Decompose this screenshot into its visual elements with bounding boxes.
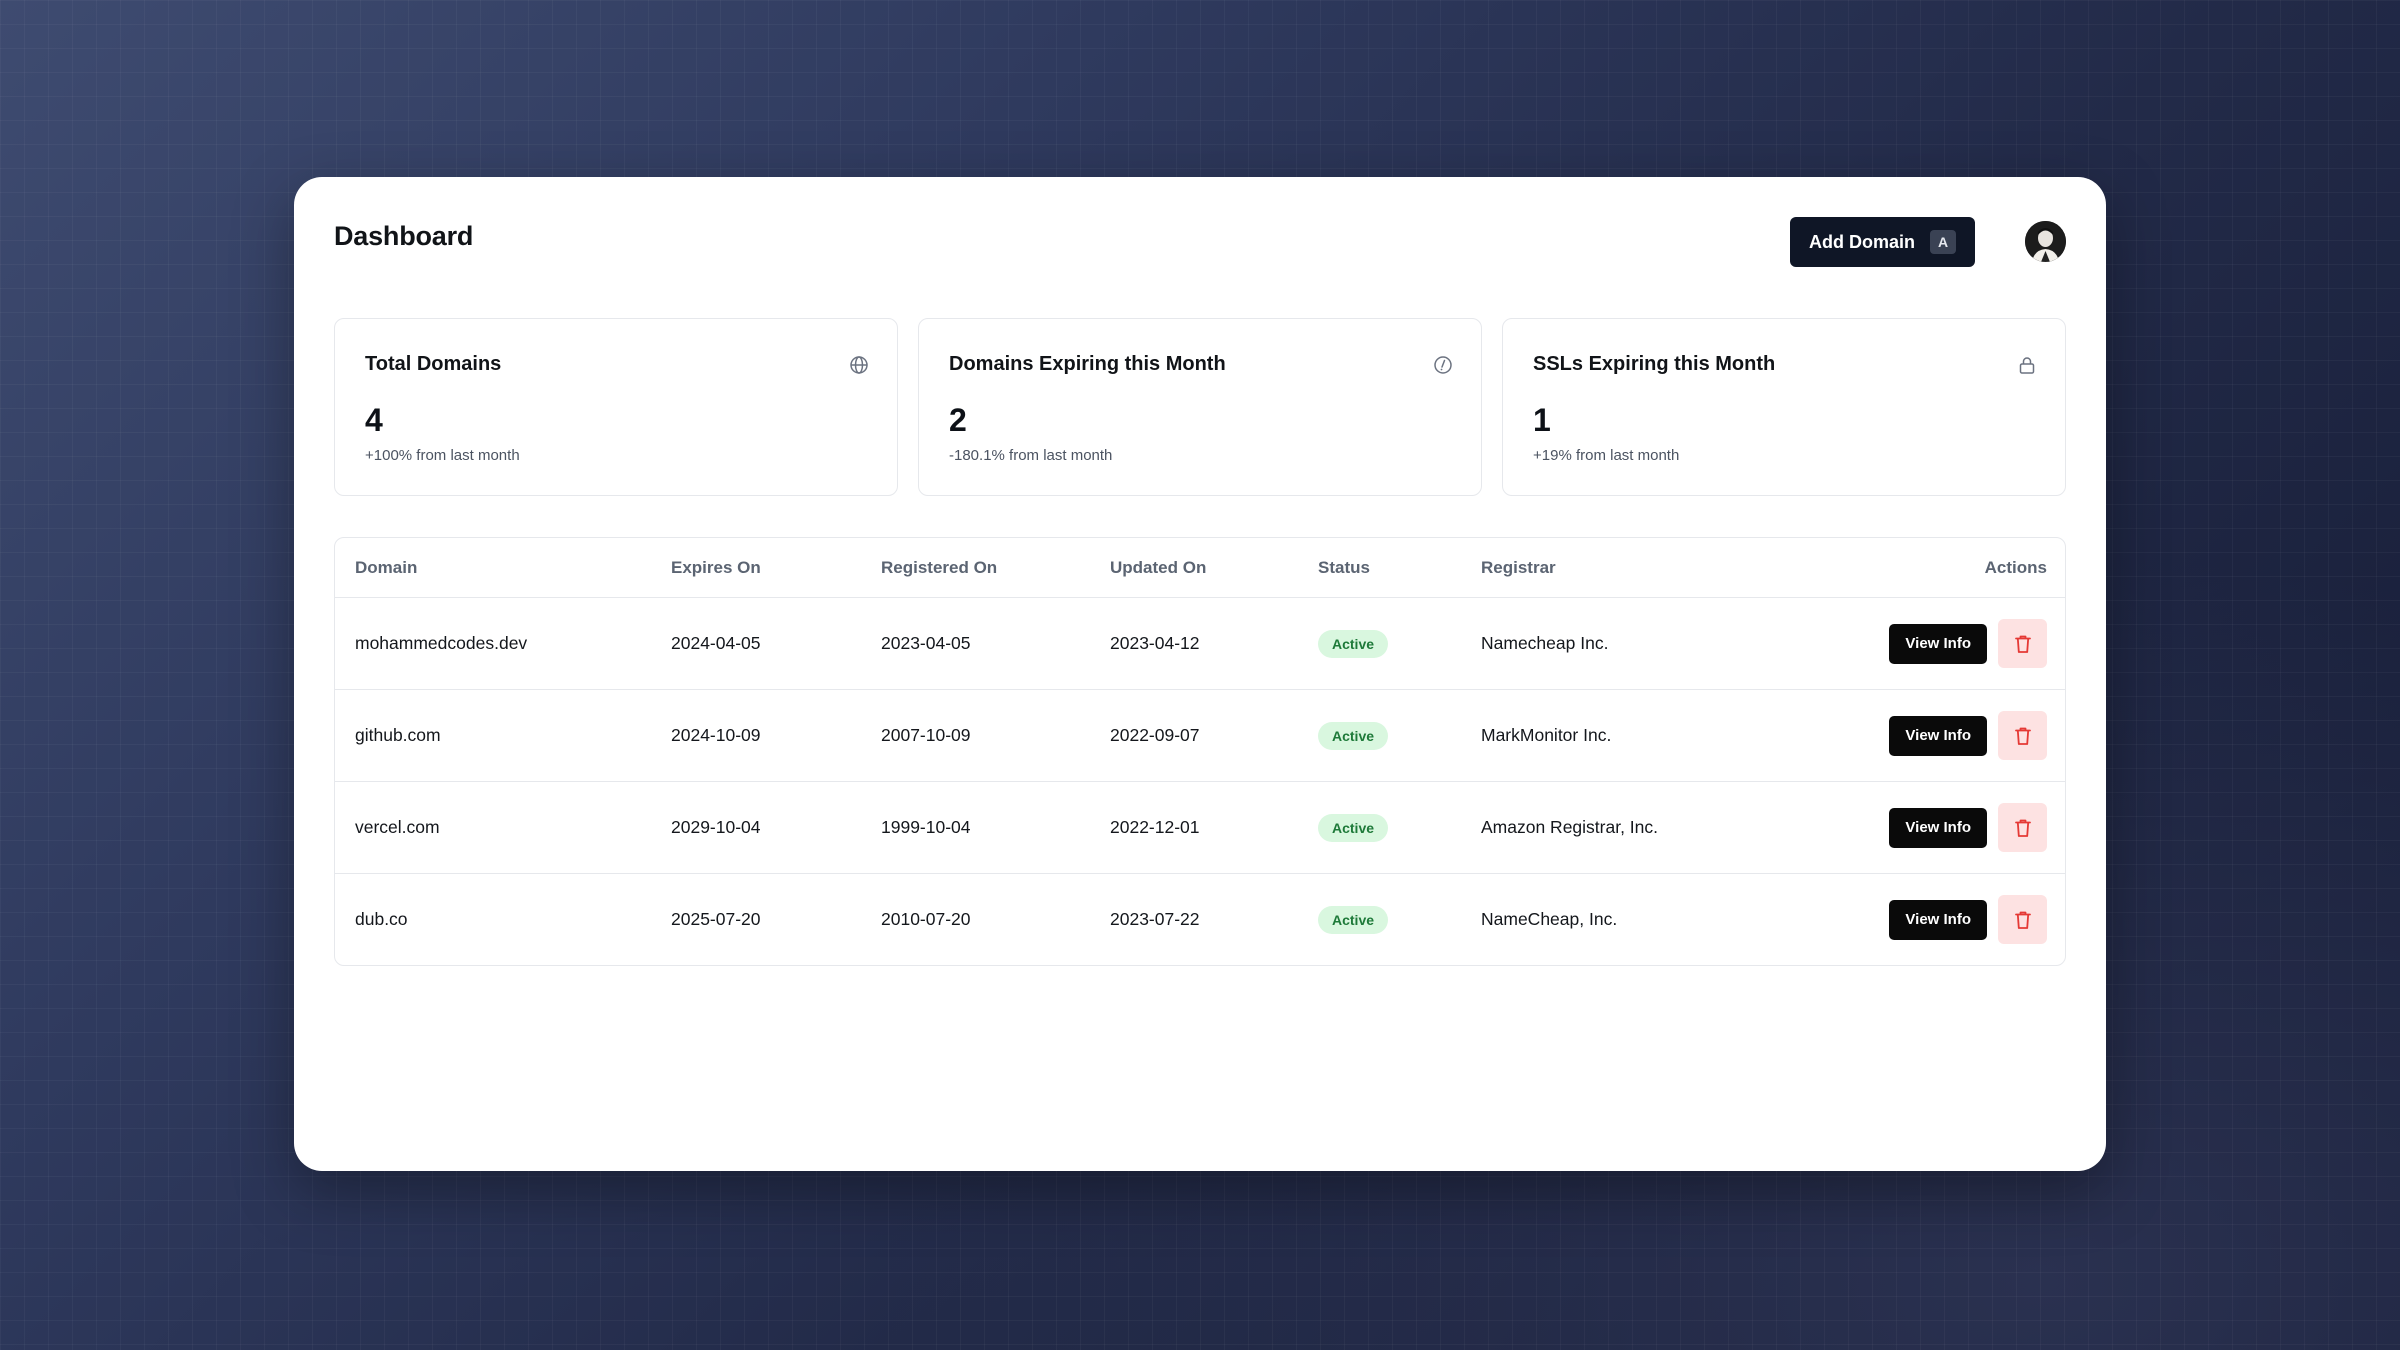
stat-title: SSLs Expiring this Month bbox=[1533, 353, 1776, 375]
view-info-button[interactable]: View Info bbox=[1889, 899, 1987, 940]
status-cell: Active bbox=[1318, 689, 1481, 782]
view-info-button[interactable]: View Info bbox=[1889, 715, 1987, 756]
dashboard-card: Dashboard Add Domain A Total Domains 4 +… bbox=[294, 177, 2106, 1171]
actions-cell: View Info bbox=[1811, 689, 2065, 782]
actions-cell: View Info bbox=[1811, 874, 2065, 966]
trash-icon bbox=[2014, 911, 2031, 929]
globe-icon bbox=[850, 356, 868, 374]
status-badge: Active bbox=[1318, 905, 1389, 934]
column-header-actions: Actions bbox=[1811, 538, 2065, 598]
trash-icon bbox=[2014, 727, 2031, 745]
registered-cell: 2010-07-20 bbox=[881, 909, 971, 929]
column-header-registered-on[interactable]: Registered On bbox=[881, 538, 1110, 598]
registered-cell: 2007-10-09 bbox=[881, 689, 1110, 782]
add-domain-button[interactable]: Add Domain A bbox=[1790, 217, 1975, 267]
status-cell: Active bbox=[1318, 597, 1481, 690]
delete-button[interactable] bbox=[1998, 711, 2047, 760]
column-header-expires-on[interactable]: Expires On bbox=[671, 538, 881, 598]
updated-cell: 2022-09-07 bbox=[1110, 689, 1318, 782]
user-avatar-icon bbox=[2025, 221, 2066, 262]
stat-card-total-domains: Total Domains 4 +100% from last month bbox=[334, 318, 898, 496]
expires-cell: 2025-07-20 bbox=[671, 909, 761, 929]
column-header-domain[interactable]: Domain bbox=[335, 538, 671, 598]
delete-button[interactable] bbox=[1998, 619, 2047, 668]
status-cell: Active bbox=[1318, 781, 1481, 874]
domains-table: Domain Expires On Registered On Updated … bbox=[334, 537, 2066, 966]
stat-title: Total Domains bbox=[365, 353, 502, 375]
expires-cell: 2024-04-05 bbox=[671, 597, 881, 690]
registrar-cell: NameCheap, Inc. bbox=[1481, 909, 1618, 929]
domain-cell: github.com bbox=[335, 689, 671, 782]
registrar-cell: Namecheap Inc. bbox=[1481, 597, 1811, 690]
registered-cell: 1999-10-04 bbox=[881, 781, 1110, 874]
stat-change: +100% from last month bbox=[365, 447, 520, 464]
trash-icon bbox=[2014, 635, 2031, 653]
actions-cell: View Info bbox=[1811, 781, 2065, 874]
status-badge: Active bbox=[1318, 721, 1389, 750]
expires-cell: 2029-10-04 bbox=[671, 781, 881, 874]
delete-button[interactable] bbox=[1998, 895, 2047, 944]
stat-change: -180.1% from last month bbox=[949, 447, 1113, 464]
stat-title: Domains Expiring this Month bbox=[949, 353, 1226, 375]
column-header-updated-on[interactable]: Updated On bbox=[1110, 538, 1318, 598]
stat-value: 1 bbox=[1533, 402, 1551, 438]
avatar[interactable] bbox=[2025, 221, 2066, 262]
status-cell: Active bbox=[1318, 874, 1481, 966]
stat-change: +19% from last month bbox=[1533, 447, 1680, 464]
registrar-cell: Amazon Registrar, Inc. bbox=[1481, 781, 1811, 874]
add-domain-label: Add Domain bbox=[1809, 231, 1915, 252]
page-title: Dashboard bbox=[334, 221, 474, 251]
stat-card-domains-expiring: Domains Expiring this Month 2 -180.1% fr… bbox=[918, 318, 1482, 496]
table-row: dub.co 2025-07-20 2010-07-20 2023-07-22 … bbox=[335, 874, 2065, 966]
table-row: vercel.com 2029-10-04 1999-10-04 2022-12… bbox=[335, 781, 2065, 874]
stats-row: Total Domains 4 +100% from last month Do… bbox=[334, 318, 2066, 496]
updated-cell: 2023-04-12 bbox=[1110, 597, 1318, 690]
status-badge: Active bbox=[1318, 813, 1389, 842]
expires-cell: 2024-10-09 bbox=[671, 689, 881, 782]
domain-cell: vercel.com bbox=[335, 781, 671, 874]
stat-card-ssls-expiring: SSLs Expiring this Month 1 +19% from las… bbox=[1502, 318, 2066, 496]
view-info-button[interactable]: View Info bbox=[1889, 807, 1987, 848]
registered-cell: 2023-04-05 bbox=[881, 597, 1110, 690]
updated-cell: 2022-12-01 bbox=[1110, 781, 1318, 874]
trash-icon bbox=[2014, 819, 2031, 837]
table-header-row: Domain Expires On Registered On Updated … bbox=[335, 538, 2065, 598]
table-row: mohammedcodes.dev 2024-04-05 2023-04-05 … bbox=[335, 597, 2065, 690]
domain-cell: dub.co bbox=[355, 909, 408, 929]
delete-button[interactable] bbox=[1998, 803, 2047, 852]
alert-circle-icon bbox=[1434, 356, 1452, 374]
column-header-status[interactable]: Status bbox=[1318, 538, 1481, 598]
stat-value: 4 bbox=[365, 402, 383, 438]
updated-cell: 2023-07-22 bbox=[1110, 909, 1200, 929]
keyboard-shortcut-hint: A bbox=[1930, 230, 1956, 254]
lock-icon bbox=[2019, 357, 2035, 374]
registrar-cell: MarkMonitor Inc. bbox=[1481, 689, 1811, 782]
column-header-registrar[interactable]: Registrar bbox=[1481, 538, 1811, 598]
view-info-button[interactable]: View Info bbox=[1889, 623, 1987, 664]
status-badge: Active bbox=[1318, 629, 1389, 658]
stat-value: 2 bbox=[949, 402, 967, 438]
table-row: github.com 2024-10-09 2007-10-09 2022-09… bbox=[335, 689, 2065, 782]
domain-cell: mohammedcodes.dev bbox=[335, 597, 671, 690]
actions-cell: View Info bbox=[1811, 597, 2065, 690]
